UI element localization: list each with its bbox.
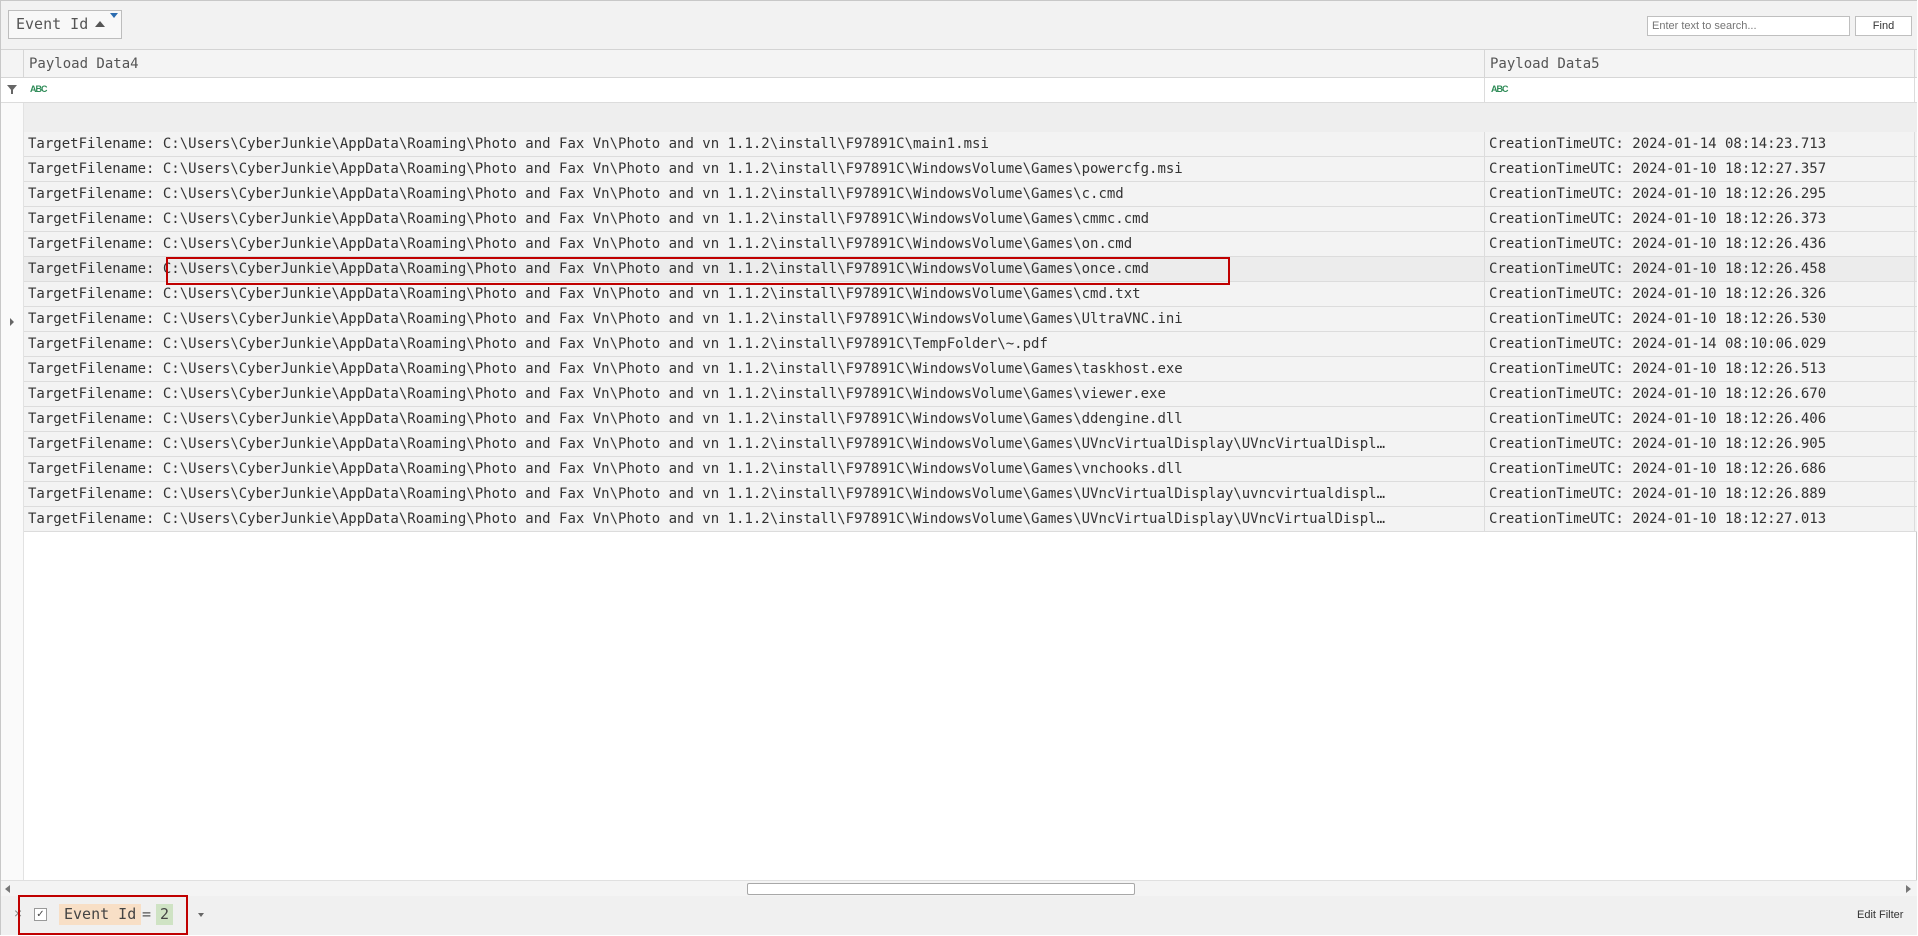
cell-payload-data4[interactable]: TargetFilename: C:\Users\CyberJunkie\App… (24, 257, 1485, 281)
cell-payload-data4[interactable]: TargetFilename: C:\Users\CyberJunkie\App… (24, 132, 1485, 156)
group-chip-label: Event Id (16, 15, 89, 33)
sort-ascending-icon (95, 21, 106, 27)
cell-payload-data5[interactable]: CreationTimeUTC: 2024-01-10 18:12:26.670 (1485, 382, 1915, 406)
filter-indicator-icon[interactable] (110, 13, 118, 18)
filter-value-chip[interactable]: 2 (156, 904, 174, 925)
cell-payload-data5[interactable]: CreationTimeUTC: 2024-01-10 18:12:26.458 (1485, 257, 1915, 281)
filter-panel: × ✓ Event Id = 2 Edit Filter (1, 896, 1917, 935)
cell-payload-data4[interactable]: TargetFilename: C:\Users\CyberJunkie\App… (24, 207, 1485, 231)
cell-payload-data5[interactable]: CreationTimeUTC: 2024-01-10 18:12:26.295 (1485, 182, 1915, 206)
filter-cell-payload-data4[interactable]: ABC (24, 78, 1485, 103)
cell-payload-data5[interactable]: CreationTimeUTC: 2024-01-10 18:12:26.530 (1485, 307, 1915, 331)
table-row[interactable]: TargetFilename: C:\Users\CyberJunkie\App… (24, 507, 1917, 532)
abc-text-filter-icon: ABC (1491, 84, 1508, 94)
row-indicator-column (1, 50, 24, 880)
cell-payload-data5[interactable]: CreationTimeUTC: 2024-01-10 18:12:26.326 (1485, 282, 1915, 306)
group-by-event-id-chip[interactable]: Event Id (8, 10, 122, 39)
cell-payload-data5[interactable]: CreationTimeUTC: 2024-01-10 18:12:26.373 (1485, 207, 1915, 231)
filter-funnel-stem (11, 90, 13, 94)
table-row[interactable]: TargetFilename: C:\Users\CyberJunkie\App… (24, 382, 1917, 407)
close-filter-icon[interactable]: × (14, 905, 22, 921)
table-row[interactable]: TargetFilename: C:\Users\CyberJunkie\App… (24, 132, 1917, 157)
focused-row-indicator-icon (10, 318, 14, 326)
header-corner (1, 50, 24, 78)
cell-payload-data5[interactable]: CreationTimeUTC: 2024-01-10 18:12:26.905 (1485, 432, 1915, 456)
cell-payload-data5[interactable]: CreationTimeUTC: 2024-01-10 18:12:26.436 (1485, 232, 1915, 256)
find-button[interactable]: Find (1855, 16, 1912, 36)
cell-payload-data5[interactable]: CreationTimeUTC: 2024-01-10 18:12:26.889 (1485, 482, 1915, 506)
scrollbar-thumb[interactable] (747, 883, 1135, 895)
filter-property-chip[interactable]: Event Id (59, 904, 142, 925)
cell-payload-data5[interactable]: CreationTimeUTC: 2024-01-14 08:14:23.713 (1485, 132, 1915, 156)
edit-filter-button[interactable]: Edit Filter (1857, 909, 1903, 921)
horizontal-scrollbar[interactable] (1, 880, 1917, 897)
table-row[interactable]: TargetFilename: C:\Users\CyberJunkie\App… (24, 157, 1917, 182)
table-row[interactable]: TargetFilename: C:\Users\CyberJunkie\App… (24, 307, 1917, 332)
table-row[interactable]: TargetFilename: C:\Users\CyberJunkie\App… (24, 257, 1917, 282)
cell-payload-data4[interactable]: TargetFilename: C:\Users\CyberJunkie\App… (24, 482, 1485, 506)
search-input[interactable] (1647, 16, 1850, 36)
table-row[interactable]: TargetFilename: C:\Users\CyberJunkie\App… (24, 482, 1917, 507)
abc-text-filter-icon: ABC (30, 84, 47, 94)
cell-payload-data4[interactable]: TargetFilename: C:\Users\CyberJunkie\App… (24, 382, 1485, 406)
cell-payload-data4[interactable]: TargetFilename: C:\Users\CyberJunkie\App… (24, 282, 1485, 306)
group-row-band (24, 103, 1917, 133)
cell-payload-data4[interactable]: TargetFilename: C:\Users\CyberJunkie\App… (24, 332, 1485, 356)
table-row[interactable]: TargetFilename: C:\Users\CyberJunkie\App… (24, 282, 1917, 307)
scroll-left-icon[interactable] (5, 885, 10, 893)
cell-payload-data5[interactable]: CreationTimeUTC: 2024-01-10 18:12:26.406 (1485, 407, 1915, 431)
cell-payload-data5[interactable]: CreationTimeUTC: 2024-01-10 18:12:26.513 (1485, 357, 1915, 381)
cell-payload-data4[interactable]: TargetFilename: C:\Users\CyberJunkie\App… (24, 232, 1485, 256)
column-header-payload-data4[interactable]: Payload Data4 (24, 50, 1485, 78)
filter-cell-payload-data5[interactable]: ABC (1485, 78, 1915, 103)
table-row[interactable]: TargetFilename: C:\Users\CyberJunkie\App… (24, 232, 1917, 257)
filter-history-dropdown-icon[interactable] (198, 913, 204, 917)
cell-payload-data4[interactable]: TargetFilename: C:\Users\CyberJunkie\App… (24, 182, 1485, 206)
table-row[interactable]: TargetFilename: C:\Users\CyberJunkie\App… (24, 332, 1917, 357)
column-header-payload-data5[interactable]: Payload Data5 (1485, 50, 1915, 78)
cell-payload-data4[interactable]: TargetFilename: C:\Users\CyberJunkie\App… (24, 407, 1485, 431)
table-row[interactable]: TargetFilename: C:\Users\CyberJunkie\App… (24, 457, 1917, 482)
table-row[interactable]: TargetFilename: C:\Users\CyberJunkie\App… (24, 182, 1917, 207)
filter-enabled-checkbox[interactable]: ✓ (34, 908, 47, 921)
cell-payload-data4[interactable]: TargetFilename: C:\Users\CyberJunkie\App… (24, 457, 1485, 481)
column-header-partial[interactable]: P (1915, 50, 1917, 78)
table-row[interactable]: TargetFilename: C:\Users\CyberJunkie\App… (24, 357, 1917, 382)
cell-payload-data5[interactable]: CreationTimeUTC: 2024-01-10 18:12:27.357 (1485, 157, 1915, 181)
cell-payload-data4[interactable]: TargetFilename: C:\Users\CyberJunkie\App… (24, 157, 1485, 181)
cell-payload-data4[interactable]: TargetFilename: C:\Users\CyberJunkie\App… (24, 357, 1485, 381)
cell-payload-data4[interactable]: TargetFilename: C:\Users\CyberJunkie\App… (24, 307, 1485, 331)
cell-payload-data4[interactable]: TargetFilename: C:\Users\CyberJunkie\App… (24, 507, 1485, 531)
table-row[interactable]: TargetFilename: C:\Users\CyberJunkie\App… (24, 432, 1917, 457)
table-row[interactable]: TargetFilename: C:\Users\CyberJunkie\App… (24, 207, 1917, 232)
cell-payload-data5[interactable]: CreationTimeUTC: 2024-01-14 08:10:06.029 (1485, 332, 1915, 356)
data-grid: Payload Data4 Payload Data5 P ABC ABC Ta… (1, 50, 1917, 880)
cell-payload-data4[interactable]: TargetFilename: C:\Users\CyberJunkie\App… (24, 432, 1485, 456)
cell-payload-data5[interactable]: CreationTimeUTC: 2024-01-10 18:12:27.013 (1485, 507, 1915, 531)
scroll-right-icon[interactable] (1906, 885, 1911, 893)
cell-payload-data5[interactable]: CreationTimeUTC: 2024-01-10 18:12:26.686 (1485, 457, 1915, 481)
group-panel: Event Id Find (1, 1, 1917, 50)
table-row[interactable]: TargetFilename: C:\Users\CyberJunkie\App… (24, 407, 1917, 432)
filter-operator[interactable]: = (142, 904, 151, 925)
